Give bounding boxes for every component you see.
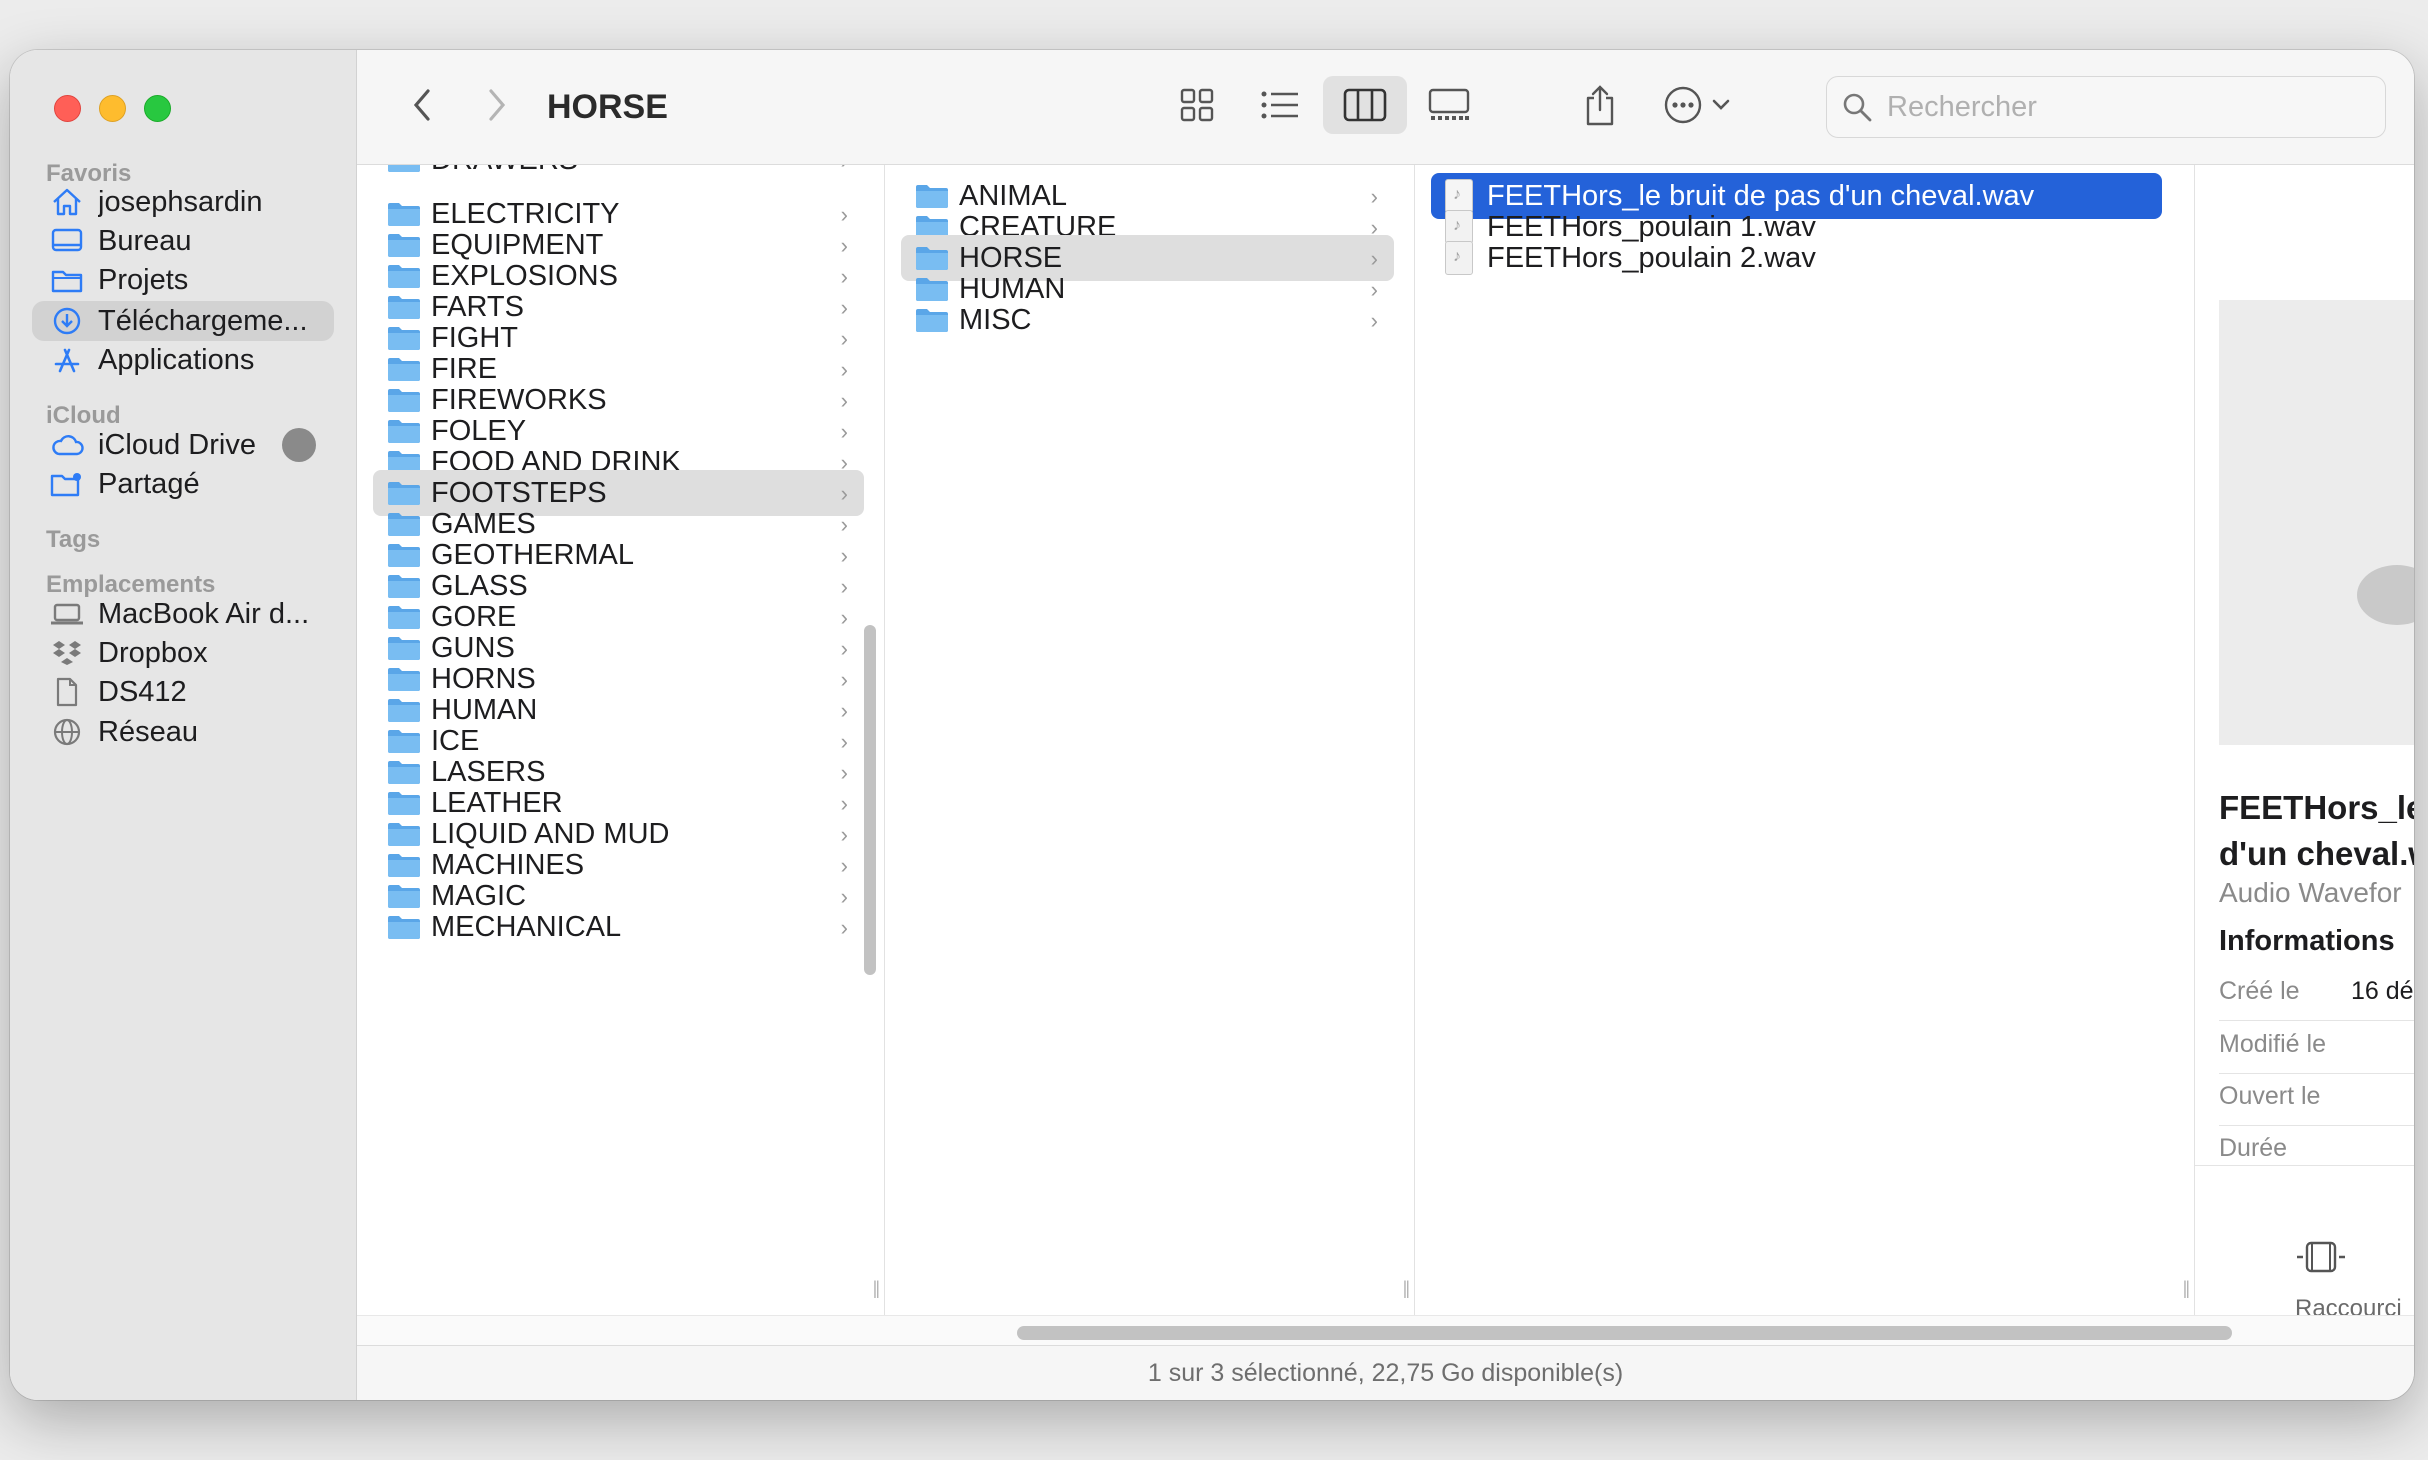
folder-name: MISC (959, 303, 1032, 336)
column-view-button[interactable] (1323, 76, 1407, 134)
preview-row-label: Modifié le (2219, 1030, 2326, 1058)
horizontal-scrollbar[interactable] (357, 1315, 2414, 1345)
folder-row[interactable]: MECHANICAL › (373, 904, 864, 950)
preview-row-created: Créé le 16 dé (2219, 977, 2414, 1006)
folder-icon (387, 914, 421, 940)
list-view-button[interactable] (1250, 76, 1310, 134)
sidebar-section-tags: Tags (46, 526, 101, 553)
chevron-left-icon (413, 89, 430, 121)
column-1-scrollbar[interactable] (864, 625, 876, 975)
list-icon (1261, 91, 1298, 119)
sidebar-item-label: Projets (98, 263, 189, 296)
preview-pane: FEETHors_le d'un cheval.w Audio Wavefor … (2195, 165, 2414, 1315)
column-resize-handle[interactable]: || (2183, 1278, 2191, 1299)
zoom-window-button[interactable] (144, 95, 171, 122)
chevron-right-icon (489, 89, 506, 121)
column-resize-handle[interactable]: || (1403, 1278, 1411, 1299)
preview-file-kind: Audio Wavefor (2219, 877, 2402, 908)
sidebar: Favoris josephsardin Bureau Projets Télé… (10, 50, 357, 1400)
back-button[interactable] (397, 80, 447, 130)
folder-icon (50, 263, 84, 297)
preview-row-value: 16 dé (2351, 977, 2414, 1005)
share-button[interactable] (1570, 76, 1630, 134)
status-bar: 1 sur 3 sélectionné, 22,75 Go disponible… (357, 1345, 2414, 1400)
sidebar-item-label: Partagé (98, 467, 200, 500)
network-icon (50, 715, 84, 749)
preview-row-modified: Modifié le (2219, 1030, 2326, 1059)
file-row[interactable]: FEETHors_poulain 2.wav (1431, 235, 2174, 281)
preview-file-name-line: d'un cheval.w (2219, 835, 2414, 872)
music-note-icon (2357, 565, 2414, 625)
preview-row-label: Ouvert le (2219, 1082, 2321, 1110)
more-actions-button[interactable] (1652, 76, 1742, 134)
sidebar-item-partage[interactable]: Partagé (32, 454, 334, 514)
preview-row-opened: Ouvert le (2219, 1082, 2320, 1111)
icon-view-button[interactable] (1167, 76, 1227, 134)
folder-icon (915, 307, 949, 333)
folder-name: MECHANICAL (431, 910, 622, 943)
column-2: || ANIMAL › CREATURE › HORSE › HUMAN › MISC › (885, 165, 1415, 1315)
search-field[interactable] (1826, 76, 2386, 138)
sidebar-item-applications[interactable]: Applications (32, 330, 334, 390)
sidebar-item-reseau[interactable]: Réseau (32, 702, 334, 762)
preview-row-label: Durée (2219, 1134, 2288, 1160)
share-icon (1586, 85, 1614, 126)
close-window-button[interactable] (54, 95, 81, 122)
file-preview-thumbnail (2219, 300, 2414, 745)
folder-icon (387, 165, 421, 173)
divider (2219, 1020, 2414, 1021)
chevron-right-icon: › (840, 915, 848, 940)
file-name: FEETHors_poulain 2.wav (1487, 241, 1816, 274)
preview-row-duration: Durée (2219, 1134, 2287, 1160)
preview-file-name-line: FEETHors_le (2219, 789, 2414, 826)
finder-window: Favoris josephsardin Bureau Projets Télé… (10, 50, 2414, 1400)
column-resize-handle[interactable]: || (873, 1278, 881, 1299)
column-3: || FEETHors_le bruit de pas d'un cheval.… (1415, 165, 2195, 1315)
folder-row[interactable]: MISC › (901, 297, 1394, 343)
status-text: 1 sur 3 sélectionné, 22,75 Go disponible… (1147, 1358, 1624, 1387)
sidebar-item-label: Réseau (98, 715, 198, 748)
preview-row-label: Créé le (2219, 977, 2300, 1005)
gallery-icon (1428, 88, 1470, 120)
preview-info-heading: Informations (2219, 925, 2395, 957)
preview-file-name: FEETHors_le d'un cheval.w (2219, 785, 2414, 877)
chevron-right-icon: › (841, 165, 848, 174)
shortcuts-button[interactable] (2295, 1240, 2347, 1279)
column-1: || DRAWERS›ELECTRICITY›EQUIPMENT›EXPLOSI… (357, 165, 885, 1315)
search-input[interactable] (1887, 90, 2367, 124)
ellipsis-circle-icon (1664, 86, 1702, 124)
columns-icon (1343, 88, 1387, 122)
chevron-right-icon: › (1370, 308, 1378, 333)
folder-row[interactable]: DRAWERS › (373, 165, 864, 183)
shortcut-icon (2297, 1241, 2345, 1273)
horizontal-scroll-thumb[interactable] (1017, 1326, 2232, 1340)
forward-button[interactable] (472, 80, 522, 130)
window-controls (54, 95, 171, 122)
applications-icon (50, 343, 84, 377)
sidebar-item-label: Applications (98, 343, 255, 376)
divider (2219, 1125, 2414, 1126)
shared-folder-icon (50, 467, 84, 501)
chevron-down-icon (1712, 99, 1730, 110)
divider (2195, 1165, 2414, 1166)
minimize-window-button[interactable] (99, 95, 126, 122)
toolbar: HORSE (357, 50, 2414, 165)
search-icon (1843, 93, 1872, 122)
folder-name: DRAWERS (431, 165, 578, 177)
window-title: HORSE (547, 88, 668, 126)
grid-icon (1180, 88, 1214, 122)
audio-file-icon (1445, 241, 1473, 275)
shortcuts-label: Raccourci (2295, 1295, 2402, 1315)
divider (2219, 1073, 2414, 1074)
gallery-view-button[interactable] (1417, 76, 1481, 134)
